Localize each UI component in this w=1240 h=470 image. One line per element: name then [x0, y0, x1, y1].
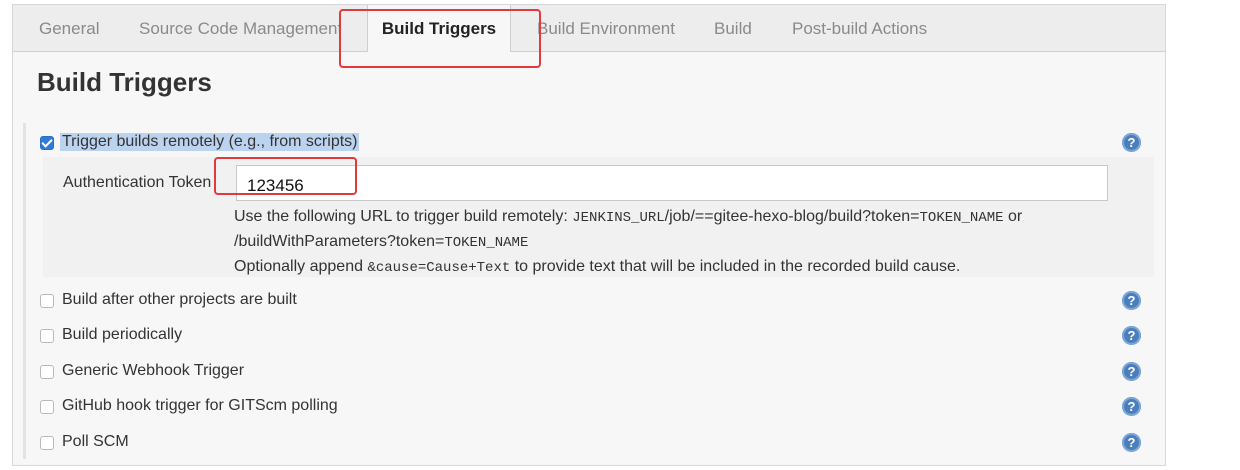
build-triggers-section: Trigger builds remotely (e.g., from scri… — [23, 123, 1156, 459]
help-code-token-name-2: TOKEN_NAME — [444, 235, 529, 251]
trigger-github-hook-row: GitHub hook trigger for GITScm polling ? — [26, 391, 1156, 421]
trigger-remote-checkbox[interactable] — [40, 136, 54, 150]
trigger-after-other-projects-label[interactable]: Build after other projects are built — [62, 291, 297, 309]
help-code-token-name: TOKEN_NAME — [919, 210, 1004, 226]
trigger-poll-scm-label[interactable]: Poll SCM — [62, 433, 129, 451]
tab-build[interactable]: Build — [714, 5, 752, 51]
tab-general[interactable]: General — [39, 5, 99, 51]
help-code-jenkins-url: JENKINS_URL — [572, 210, 665, 226]
remote-trigger-options: Authentication Token Use the following U… — [43, 157, 1154, 277]
help-code-cause: &cause=Cause+Text — [367, 260, 511, 276]
trigger-periodically-label[interactable]: Build periodically — [62, 326, 182, 344]
trigger-generic-webhook-row: Generic Webhook Trigger ? — [26, 356, 1156, 386]
trigger-github-hook-checkbox[interactable] — [40, 400, 54, 414]
help-icon[interactable]: ? — [1122, 433, 1141, 452]
job-config-panel: General Source Code Management Build Tri… — [12, 4, 1166, 466]
tab-build-environment[interactable]: Build Environment — [537, 5, 675, 51]
trigger-poll-scm-checkbox[interactable] — [40, 436, 54, 450]
annotation-highlight-tab — [339, 9, 541, 68]
trigger-remote-label[interactable]: Trigger builds remotely (e.g., from scri… — [60, 133, 360, 151]
config-tab-bar: General Source Code Management Build Tri… — [13, 5, 1165, 52]
help-icon[interactable]: ? — [1122, 362, 1141, 381]
tab-post-build-actions[interactable]: Post-build Actions — [792, 5, 927, 51]
trigger-periodically-row: Build periodically ? — [26, 320, 1156, 350]
help-icon[interactable]: ? — [1122, 397, 1141, 416]
trigger-after-other-projects-row: Build after other projects are built ? — [26, 285, 1156, 315]
help-line3-prefix: Optionally append — [234, 258, 368, 275]
help-icon[interactable]: ? — [1122, 291, 1141, 310]
help-line1-suffix: or — [1003, 208, 1023, 225]
help-line1-prefix: Use the following URL to trigger build r… — [234, 208, 573, 225]
trigger-remote-row: Trigger builds remotely (e.g., from scri… — [26, 127, 1156, 157]
remote-trigger-help-text: Use the following URL to trigger build r… — [234, 205, 1134, 280]
trigger-poll-scm-row: Poll SCM ? — [26, 427, 1156, 457]
help-icon[interactable]: ? — [1122, 326, 1141, 345]
help-line2-path: /buildWithParameters?token= — [234, 233, 445, 250]
help-icon[interactable]: ? — [1122, 133, 1141, 152]
trigger-generic-webhook-checkbox[interactable] — [40, 365, 54, 379]
trigger-github-hook-label[interactable]: GitHub hook trigger for GITScm polling — [62, 397, 338, 415]
trigger-periodically-checkbox[interactable] — [40, 329, 54, 343]
auth-token-label: Authentication Token — [63, 174, 212, 191]
section-title: Build Triggers — [37, 67, 212, 97]
trigger-after-other-projects-checkbox[interactable] — [40, 294, 54, 308]
auth-token-input[interactable] — [236, 165, 1108, 201]
help-line3-suffix: to provide text that will be included in… — [510, 258, 961, 275]
trigger-generic-webhook-label[interactable]: Generic Webhook Trigger — [62, 362, 244, 380]
annotation-highlight-token — [214, 157, 357, 195]
tab-source-code-management[interactable]: Source Code Management — [139, 5, 339, 51]
help-line1-path: /job/==gitee-hexo-blog/build?token= — [664, 208, 920, 225]
